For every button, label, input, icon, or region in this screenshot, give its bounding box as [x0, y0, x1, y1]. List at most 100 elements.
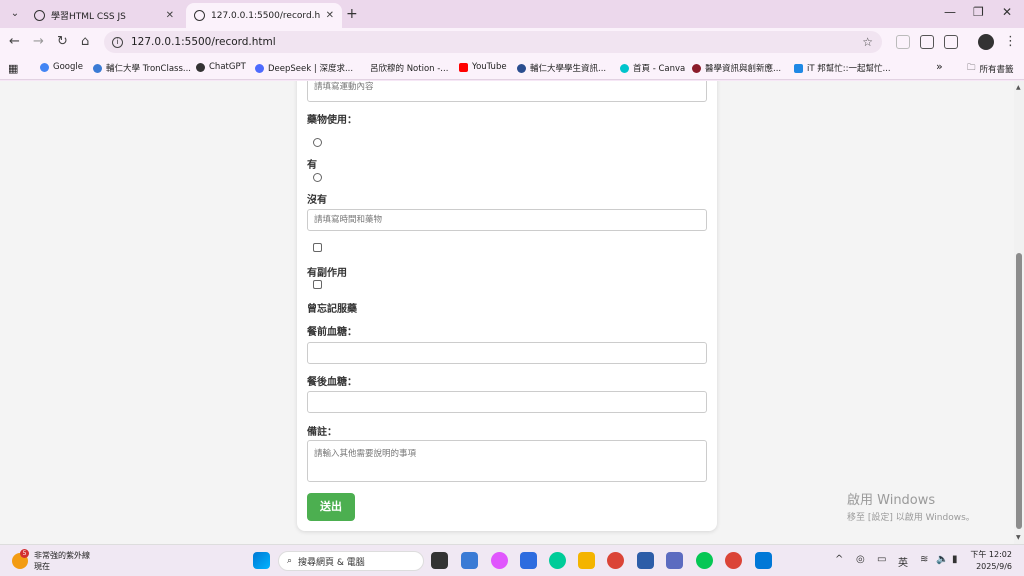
pre-meal-label: 餐前血糖：: [307, 327, 357, 338]
submit-button[interactable]: 送出: [307, 493, 355, 521]
vscode-icon[interactable]: [755, 552, 772, 569]
more-menu-icon[interactable]: ⋮: [1004, 34, 1017, 49]
ime-indicator[interactable]: 英: [898, 554, 908, 569]
notes-textarea[interactable]: 請輸入其他需要說明的事項: [307, 440, 707, 482]
profile-avatar[interactable]: [978, 34, 994, 50]
close-icon[interactable]: ✕: [326, 10, 334, 21]
line-icon[interactable]: [696, 552, 713, 569]
bookmarks-overflow-icon[interactable]: »: [936, 60, 943, 73]
deepseek-icon: [255, 63, 264, 73]
tab-title: 學習HTML CSS JS: [51, 12, 126, 22]
battery-icon[interactable]: ▮: [952, 554, 958, 565]
chrome-icon[interactable]: [607, 552, 624, 569]
bookmark-ithome[interactable]: iT 邦幫忙::一起幫忙...: [794, 62, 891, 74]
browser-toolbar: ← → ↻ ⌂ i 127.0.0.1:5500/record.html ☆ ⋮: [0, 28, 1024, 56]
wifi-icon[interactable]: ≋: [920, 554, 928, 565]
apps-grid-icon[interactable]: ▦: [8, 62, 18, 75]
reload-icon[interactable]: ↻: [57, 34, 68, 49]
close-icon[interactable]: ✕: [166, 10, 174, 21]
medication-no-radio[interactable]: [313, 173, 322, 182]
ithome-icon: [794, 63, 803, 73]
bookmark-star-icon[interactable]: ☆: [862, 35, 873, 49]
window-close-icon[interactable]: ✕: [1002, 5, 1012, 19]
bookmark-label: 首頁 - Canva: [633, 64, 686, 74]
google-icon: [40, 62, 49, 72]
page-scrollbar[interactable]: ▲ ▼: [1014, 81, 1024, 544]
folder-icon: 🗀: [967, 63, 976, 73]
bookmark-label: 呂欣穆的 Notion -...: [370, 64, 449, 74]
restore-icon[interactable]: ❐: [973, 5, 984, 19]
exercise-input[interactable]: 請填寫運動內容: [307, 81, 707, 102]
network-icon[interactable]: ◎: [856, 554, 865, 565]
new-tab-icon[interactable]: +: [346, 6, 358, 22]
vs-app-icon[interactable]: [666, 552, 683, 569]
canva-icon: [620, 63, 629, 73]
scroll-down-icon[interactable]: ▼: [1016, 534, 1021, 541]
chrome-active-icon[interactable]: [725, 552, 742, 569]
tray-chevron-icon[interactable]: ^: [835, 554, 843, 565]
record-form-card: 請填寫運動內容 藥物使用： 有 沒有 請填寫時間和藥物 有副作用 曾忘記服藥 餐…: [297, 81, 717, 531]
site-info-icon[interactable]: i: [112, 36, 123, 48]
bookmark-fju-student[interactable]: 輔仁大學學生資訊...: [517, 62, 606, 74]
back-icon[interactable]: ←: [9, 34, 20, 49]
chatgpt-icon: [34, 10, 45, 21]
post-meal-label: 餐後血糖：: [307, 377, 357, 388]
tab-search-chevron-icon[interactable]: ⌄: [6, 5, 24, 23]
copilot-icon[interactable]: [491, 552, 508, 569]
minimize-icon[interactable]: —: [944, 5, 956, 19]
bookmark-youtube[interactable]: YouTube: [459, 62, 507, 72]
bookmark-google[interactable]: Google: [40, 62, 83, 72]
taskbar-search[interactable]: ⌕ 搜尋網頁 & 電腦: [278, 551, 424, 571]
weather-widget[interactable]: 5 非常強的紫外線 現在: [12, 549, 90, 572]
time-medication-input[interactable]: 請填寫時間和藥物: [307, 209, 707, 231]
all-bookmarks[interactable]: 🗀 所有書籤: [967, 62, 1014, 76]
edge-icon[interactable]: [549, 552, 566, 569]
tab-title: 127.0.0.1:5500/record.html: [211, 10, 320, 21]
address-bar[interactable]: i 127.0.0.1:5500/record.html ☆: [104, 31, 882, 53]
forward-icon[interactable]: →: [33, 34, 44, 49]
activate-windows-watermark: 啟用 Windows 移至 [設定] 以啟用 Windows。: [847, 489, 975, 523]
side-effect-checkbox[interactable]: [313, 243, 322, 252]
time-medication-placeholder: 請填寫時間和藥物: [314, 215, 383, 225]
youtube-icon: [459, 62, 468, 72]
bookmark-chatgpt[interactable]: ChatGPT: [196, 62, 246, 72]
bookmark-deepseek[interactable]: DeepSeek | 深度求...: [255, 62, 353, 74]
task-view-icon[interactable]: [431, 552, 448, 569]
watermark-subtitle: 移至 [設定] 以啟用 Windows。: [847, 513, 975, 523]
fju-icon: [517, 63, 526, 73]
file-explorer-icon[interactable]: [578, 552, 595, 569]
tab-learn-html[interactable]: 學習HTML CSS JS ✕: [26, 3, 182, 28]
puzzle-extensions-icon[interactable]: [944, 35, 958, 49]
bookmark-label: Google: [53, 62, 83, 72]
clock-date: 2025/9/6: [976, 562, 1012, 571]
globe-icon: [194, 10, 205, 21]
bookmark-notion[interactable]: 呂欣穆的 Notion -...: [370, 62, 448, 74]
windows-start-icon[interactable]: [253, 552, 270, 569]
bookmark-med-info[interactable]: 醫學資訊與創新應...: [692, 62, 781, 74]
home-icon[interactable]: ⌂: [81, 34, 89, 49]
bookmark-label: 輔仁大學 TronClass...: [106, 64, 192, 74]
extension-icon[interactable]: [896, 35, 910, 49]
volume-icon[interactable]: 🔈: [936, 554, 948, 565]
notes-label: 備註：: [307, 427, 337, 438]
forgot-med-label: 曾忘記服藥: [307, 304, 357, 315]
uv-sun-icon: 5: [12, 549, 29, 569]
medication-label: 藥物使用：: [307, 115, 357, 126]
scroll-thumb[interactable]: [1016, 253, 1022, 529]
pre-meal-glucose-input[interactable]: [307, 342, 707, 364]
post-meal-glucose-input[interactable]: [307, 391, 707, 413]
medication-yes-radio[interactable]: [313, 138, 322, 147]
notepad-icon[interactable]: [461, 552, 478, 569]
tray-app-icon[interactable]: ▭: [877, 554, 886, 565]
system-clock[interactable]: 下午 12:02 2025/9/6: [970, 549, 1012, 573]
remote-desktop-icon[interactable]: [637, 552, 654, 569]
scroll-up-icon[interactable]: ▲: [1016, 84, 1021, 91]
forgot-med-checkbox[interactable]: [313, 280, 322, 289]
bookmark-tronclass[interactable]: 輔仁大學 TronClass...: [93, 62, 191, 74]
tab-record-html[interactable]: 127.0.0.1:5500/record.html ✕: [186, 3, 342, 28]
all-bookmarks-label: 所有書籤: [979, 65, 1014, 75]
extension-icon[interactable]: [920, 35, 934, 49]
app-icon[interactable]: [520, 552, 537, 569]
bookmark-canva[interactable]: 首頁 - Canva: [620, 62, 685, 74]
bookmark-label: 醫學資訊與創新應...: [705, 64, 782, 74]
